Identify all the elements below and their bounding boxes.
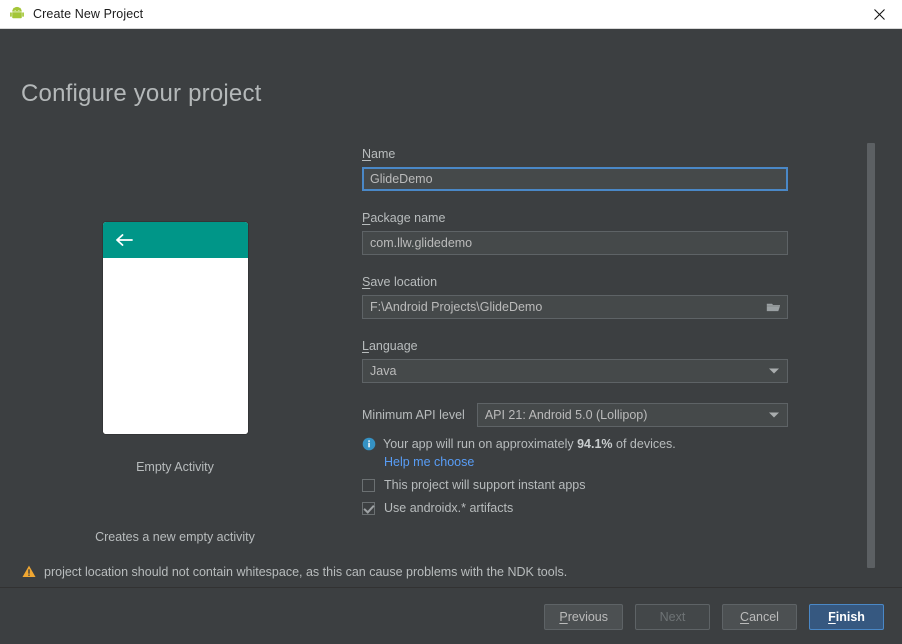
save-location-input[interactable]: F:\Android Projects\GlideDemo: [362, 295, 788, 319]
instant-apps-label: This project will support instant apps: [384, 478, 586, 492]
device-coverage-suffix: of devices.: [612, 437, 676, 451]
language-label: Language: [362, 339, 788, 353]
min-api-label: Minimum API level: [362, 408, 465, 422]
dialog-content: Configure your project Empty Activity Cr…: [0, 29, 902, 644]
package-name-input[interactable]: com.llw.glidedemo: [362, 231, 788, 255]
name-input-value: GlideDemo: [370, 172, 433, 186]
preview-appbar: [102, 222, 248, 258]
project-config-form: Name GlideDemo Package name com.llw.glid…: [362, 147, 788, 515]
template-name: Empty Activity: [136, 460, 214, 474]
cancel-button-rest: ancel: [749, 609, 779, 624]
validation-warning: project location should not contain whit…: [0, 556, 902, 588]
chevron-down-icon: [769, 412, 779, 418]
folder-icon[interactable]: [766, 301, 781, 314]
dialog-button-bar: Previous Next Cancel Finish: [0, 589, 902, 644]
template-description: Creates a new empty activity: [95, 530, 255, 544]
next-button[interactable]: Next: [635, 603, 710, 630]
device-coverage-percent: 94.1%: [577, 437, 613, 451]
warning-icon: [22, 565, 36, 577]
previous-button[interactable]: Previous: [544, 603, 623, 630]
page-title: Configure your project: [21, 80, 262, 107]
name-label-rest: ame: [371, 147, 396, 161]
close-button[interactable]: [856, 0, 902, 29]
previous-button-rest: revious: [567, 609, 608, 624]
name-input[interactable]: GlideDemo: [362, 167, 788, 191]
next-button-label: Next: [659, 609, 686, 624]
device-coverage-prefix: Your app will run on approximately: [383, 437, 578, 451]
title-bar: Create New Project: [0, 0, 902, 29]
save-location-label-rest: ave location: [370, 275, 438, 289]
finish-button-rest: inish: [835, 609, 865, 624]
name-field-group: Name GlideDemo: [362, 147, 788, 191]
title-bar-text: Create New Project: [33, 7, 144, 21]
previous-button-mnemonic: P: [559, 609, 568, 624]
package-name-input-value: com.llw.glidedemo: [370, 236, 473, 250]
androidx-checkbox-row[interactable]: Use androidx.* artifacts: [362, 501, 788, 515]
android-icon: [10, 6, 24, 19]
chevron-down-icon: [769, 368, 779, 374]
name-label: Name: [362, 147, 788, 161]
help-me-choose-link[interactable]: Help me choose: [384, 455, 788, 469]
language-select[interactable]: Java: [362, 359, 788, 383]
form-scrollbar[interactable]: [867, 115, 875, 570]
arrow-left-icon: [115, 234, 133, 246]
name-label-mnemonic: N: [362, 147, 372, 161]
template-preview-pane: Empty Activity Creates a new empty activ…: [0, 129, 350, 544]
min-api-select[interactable]: API 21: Android 5.0 (Lollipop): [476, 403, 788, 427]
device-coverage-info: Your app will run on approximately 94.1%…: [362, 437, 788, 451]
package-name-label: Package name: [362, 211, 788, 225]
finish-button[interactable]: Finish: [809, 603, 884, 630]
androidx-label: Use androidx.* artifacts: [384, 501, 514, 515]
save-location-input-value: F:\Android Projects\GlideDemo: [370, 300, 543, 314]
save-location-label: Save location: [362, 275, 788, 289]
cancel-button-mnemonic: C: [740, 609, 750, 624]
language-label-mnemonic: L: [362, 339, 369, 353]
activity-preview-image: [102, 222, 248, 434]
instant-apps-checkbox[interactable]: [362, 478, 375, 492]
form-scrollbar-thumb[interactable]: [867, 143, 875, 568]
language-select-value: Java: [370, 364, 397, 378]
package-name-label-rest: ackage name: [370, 211, 446, 225]
info-icon: [362, 437, 376, 451]
min-api-row: Minimum API level API 21: Android 5.0 (L…: [362, 403, 788, 427]
preview-body: [102, 258, 248, 434]
save-location-input-wrapper: F:\Android Projects\GlideDemo: [362, 295, 788, 319]
save-location-field-group: Save location F:\Android Projects\GlideD…: [362, 275, 788, 319]
finish-button-mnemonic: F: [828, 609, 836, 624]
min-api-select-value: API 21: Android 5.0 (Lollipop): [484, 408, 648, 422]
package-name-field-group: Package name com.llw.glidedemo: [362, 211, 788, 255]
create-new-project-dialog: Create New Project Configure your projec…: [0, 0, 902, 644]
language-label-rest: anguage: [368, 339, 418, 353]
cancel-button[interactable]: Cancel: [722, 603, 797, 630]
instant-apps-checkbox-row[interactable]: This project will support instant apps: [362, 478, 788, 492]
language-field-group: Language Java: [362, 339, 788, 383]
close-icon: [873, 9, 885, 20]
device-coverage-text: Your app will run on approximately 94.1%…: [383, 437, 676, 451]
androidx-checkbox[interactable]: [362, 501, 375, 515]
form-scroll-viewport: Name GlideDemo Package name com.llw.glid…: [362, 147, 788, 572]
validation-warning-text: project location should not contain whit…: [44, 564, 568, 579]
